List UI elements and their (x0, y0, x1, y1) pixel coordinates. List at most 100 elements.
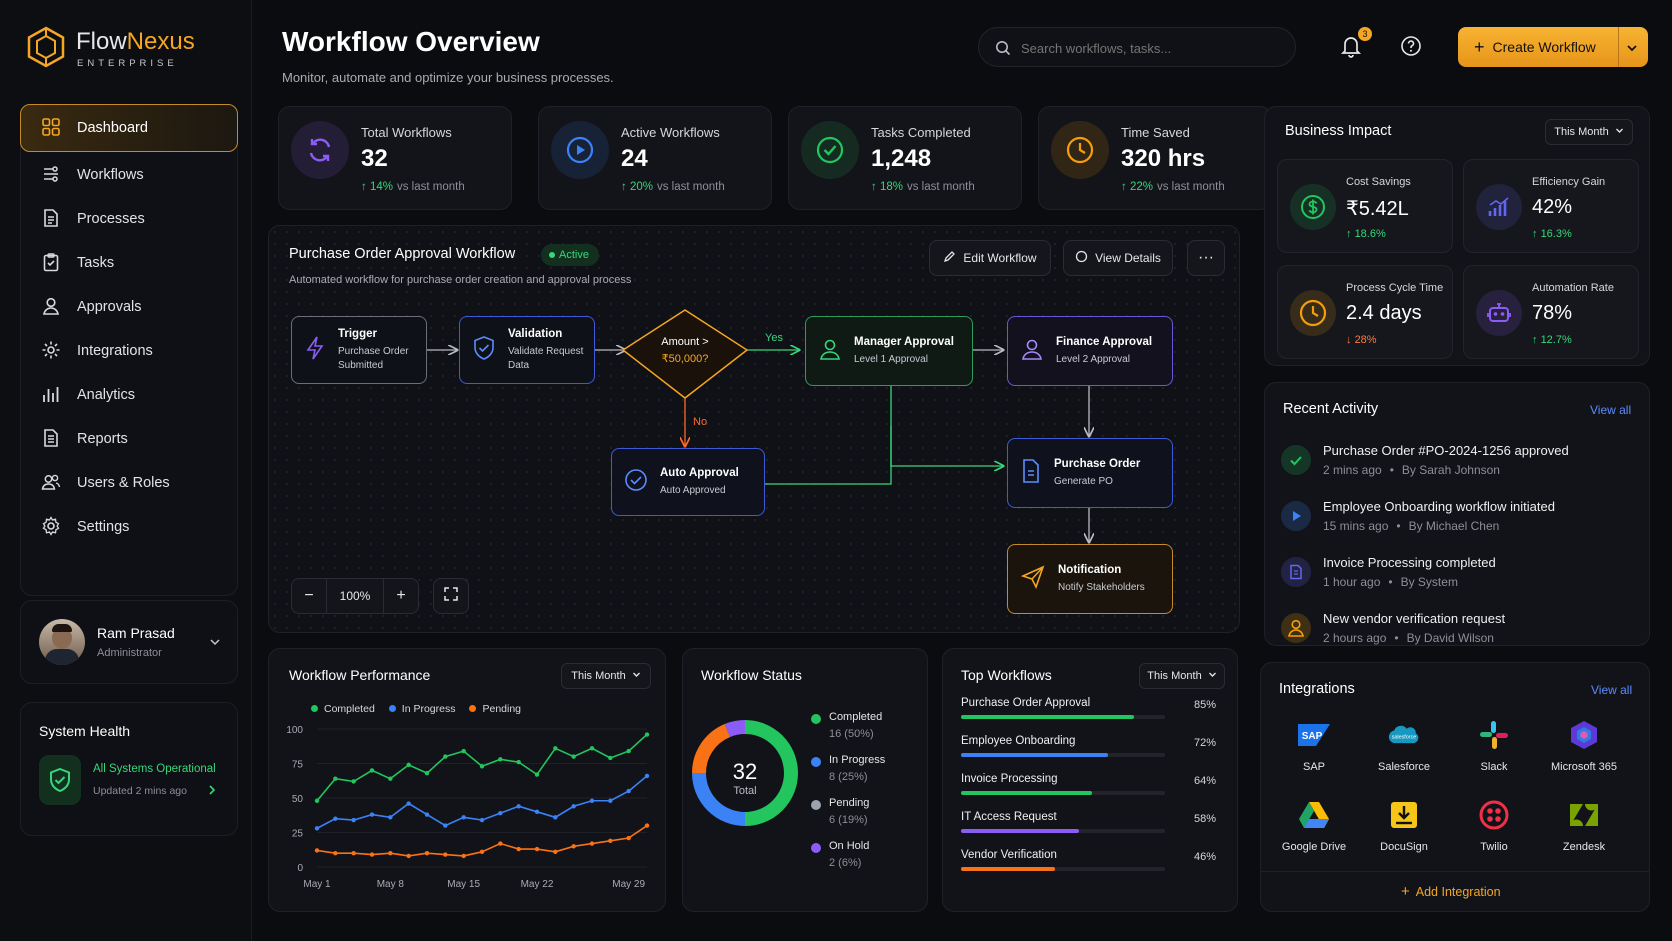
activity-item[interactable]: Employee Onboarding workflow initiated 15… (1281, 497, 1611, 543)
sidebar-item-approvals[interactable]: Approvals (21, 283, 237, 331)
stat-label: Tasks Completed (871, 125, 971, 140)
sidebar-item-processes[interactable]: Processes (21, 195, 237, 243)
top-workflow-row[interactable]: Purchase Order Approval 85% (961, 697, 1216, 737)
page-title: Workflow Overview (282, 26, 540, 57)
legend-dot (811, 757, 821, 767)
sidebar-item-tasks[interactable]: Tasks (21, 239, 237, 287)
data-point (589, 841, 595, 846)
sidebar-item-settings[interactable]: Settings (21, 503, 237, 551)
integration-microsoft-365[interactable]: Microsoft 365 (1539, 717, 1629, 787)
decision-node[interactable]: Amount > ₹50,000? (639, 336, 731, 365)
purchase-order-node[interactable]: Purchase Order Generate PO (1007, 438, 1173, 508)
top-workflow-row[interactable]: Invoice Processing 64% (961, 773, 1216, 813)
stat-card-time-saved[interactable]: Time Saved 320 hrs ↑ 22% vs last month (1038, 106, 1272, 210)
sidebar-item-label: Approvals (77, 299, 142, 315)
x-tick-label: May 15 (447, 879, 480, 890)
user-card[interactable]: Ram Prasad Administrator (20, 600, 238, 684)
activity-item[interactable]: New vendor verification request 2 hours a… (1281, 609, 1611, 655)
activity-view-all-link[interactable]: View all (1590, 403, 1631, 417)
integration-salesforce[interactable]: salesforce Salesforce (1359, 717, 1449, 787)
impact-label: Efficiency Gain (1532, 176, 1606, 188)
top-workflow-row[interactable]: Vendor Verification 46% (961, 849, 1216, 889)
activity-title: Employee Onboarding workflow initiated (1323, 499, 1555, 514)
notification-button[interactable]: 3 (1340, 27, 1372, 58)
sidebar-item-reports[interactable]: Reports (21, 415, 237, 463)
integration-google-drive[interactable]: Google Drive (1269, 797, 1359, 867)
zoom-out-button[interactable]: − (292, 587, 326, 605)
notification-node[interactable]: Notification Notify Stakeholders (1007, 544, 1173, 614)
legend-label: On Hold (829, 840, 870, 852)
zoom-in-button[interactable]: + (384, 587, 418, 605)
integration-label: Google Drive (1281, 841, 1347, 853)
chevron-right-icon[interactable] (207, 783, 217, 801)
impact-delta: ↑ 16.3% (1532, 228, 1572, 240)
data-point (498, 810, 503, 816)
activity-item[interactable]: Purchase Order #PO-2024-1256 approved 2 m… (1281, 441, 1611, 487)
microsoft365-icon (1566, 717, 1602, 753)
top-workflow-name: Employee Onboarding (961, 735, 1076, 747)
impact-period-dropdown[interactable]: This Month (1545, 119, 1633, 145)
data-point (424, 851, 430, 856)
integration-zendesk[interactable]: Zendesk (1539, 797, 1629, 867)
stat-card-active-workflows[interactable]: Active Workflows 24 ↑ 20% vs last month (538, 106, 772, 210)
stat-card-total-workflows[interactable]: Total Workflows 32 ↑ 14% vs last month (278, 106, 512, 210)
chevron-down-icon[interactable] (209, 635, 221, 653)
page-subtitle: Monitor, automate and optimize your busi… (282, 70, 614, 85)
data-point (406, 762, 411, 768)
data-point (479, 764, 485, 769)
validation-node[interactable]: Validation Validate Request Data (459, 316, 595, 384)
top-workflow-row[interactable]: IT Access Request 58% (961, 811, 1216, 851)
user-role: Administrator (97, 647, 162, 659)
top-workflow-row[interactable]: Employee Onboarding 72% (961, 735, 1216, 775)
search-bar[interactable] (978, 27, 1296, 67)
create-workflow-button[interactable]: + Create Workflow (1458, 27, 1648, 67)
brand-tagline: ENTERPRISE (77, 58, 178, 69)
lightning-icon (304, 335, 326, 366)
sidebar-item-label: Workflows (77, 167, 144, 183)
data-point (314, 848, 320, 853)
activity-item[interactable]: Invoice Processing completed 1 hour ago • B… (1281, 553, 1611, 599)
stat-card-tasks-completed[interactable]: Tasks Completed 1,248 ↑ 18% vs last month (788, 106, 1022, 210)
integration-docusign[interactable]: DocuSign (1359, 797, 1449, 867)
integration-slack[interactable]: Slack (1449, 717, 1539, 787)
data-point (479, 817, 485, 823)
check-circle-icon (624, 468, 648, 497)
connector-auto-merge (759, 386, 892, 485)
activity-meta: 2 hours ago • By David Wilson (1323, 631, 1494, 645)
sidebar-item-workflows[interactable]: Workflows (21, 151, 237, 199)
play-icon (1281, 501, 1311, 531)
data-point (351, 851, 356, 856)
finance-approval-node[interactable]: Finance Approval Level 2 Approval (1007, 316, 1173, 386)
impact-value: 2.4 days (1346, 302, 1422, 324)
stat-value: 24 (621, 145, 648, 172)
top-period-dropdown[interactable]: This Month (1139, 663, 1225, 689)
sidebar-item-label: Processes (77, 211, 145, 227)
manager-approval-node[interactable]: Manager Approval Level 1 Approval (805, 316, 973, 386)
user-icon (41, 296, 63, 318)
sidebar-item-analytics[interactable]: Analytics (21, 371, 237, 419)
top-workflows-title: Top Workflows (961, 667, 1052, 683)
data-point (608, 838, 613, 843)
fullscreen-button[interactable] (433, 578, 469, 614)
data-point (644, 732, 650, 737)
trigger-node[interactable]: Trigger Purchase Order Submitted (291, 316, 427, 384)
search-input[interactable] (1021, 37, 1281, 59)
sidebar-item-dashboard[interactable]: Dashboard (20, 104, 238, 152)
impact-process-cycle-time: Process Cycle Time 2.4 days ↓ 28% (1277, 265, 1453, 359)
sidebar-item-integrations[interactable]: Integrations (21, 327, 237, 375)
integrations-view-all-link[interactable]: View all (1591, 683, 1632, 697)
activity-title: Purchase Order #PO-2024-1256 approved (1323, 443, 1569, 458)
integration-twilio[interactable]: Twilio (1449, 797, 1539, 867)
help-icon[interactable] (1400, 35, 1422, 62)
data-point (571, 804, 576, 809)
donut-slice-on-hold (724, 720, 746, 738)
auto-approval-node[interactable]: Auto Approval Auto Approved (611, 448, 765, 516)
data-point (516, 846, 521, 852)
sidebar-item-users-roles[interactable]: Users & Roles (21, 459, 237, 507)
system-health-title: System Health (39, 723, 131, 739)
check-circle-icon (801, 121, 859, 179)
sap-icon: SAP (1296, 717, 1332, 753)
add-integration-button[interactable]: + Add Integration (1401, 883, 1501, 900)
integration-sap[interactable]: SAP SAP (1269, 717, 1359, 787)
chevron-down-icon[interactable] (1626, 41, 1638, 57)
